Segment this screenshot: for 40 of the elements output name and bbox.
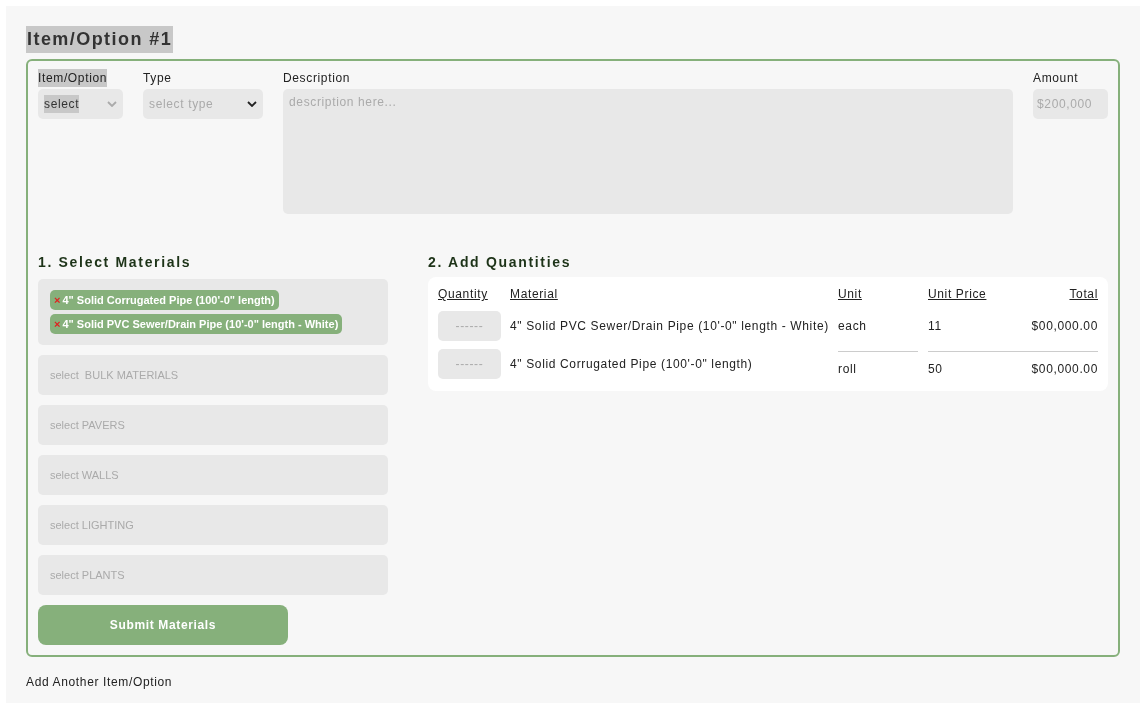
chevron-down-icon bbox=[247, 101, 257, 107]
remove-tag-button[interactable]: × bbox=[54, 294, 61, 306]
amount-field[interactable]: $200,000 bbox=[1033, 89, 1108, 119]
table-cell: each bbox=[838, 319, 867, 333]
quantity-field[interactable]: ------ bbox=[438, 349, 501, 379]
chevron-down-icon bbox=[107, 101, 117, 107]
submit-materials-button[interactable]: Submit Materials bbox=[38, 605, 288, 645]
selected-materials-field[interactable]: × 4" Solid Corrugated Pipe (100'-0" length) × 4" Solid PVC Sewer/Drain Pipe (10'-0" length - White) bbox=[38, 279, 388, 345]
table-cell: 4" Solid Corrugated Pipe (100'-0" length) bbox=[510, 357, 753, 371]
material-select[interactable]: select PLANTS bbox=[38, 555, 388, 595]
material-select[interactable]: select PAVERS bbox=[38, 405, 388, 445]
item-option-select[interactable]: select bbox=[38, 89, 123, 119]
section-title: Item/Option #1 bbox=[26, 26, 174, 53]
column-header[interactable]: Unit Price bbox=[928, 287, 987, 301]
field-label: Description bbox=[283, 70, 352, 87]
add-item-link[interactable]: Add Another Item/Option bbox=[26, 673, 173, 691]
section-heading: 2. Add Quantities bbox=[428, 253, 573, 272]
table-cell: $00,000.00 bbox=[1031, 361, 1098, 376]
table-cell: $00,000.00 bbox=[1031, 319, 1098, 333]
column-header[interactable]: Unit bbox=[838, 287, 862, 301]
field-label: Item/Option bbox=[38, 69, 108, 87]
material-select[interactable]: select LIGHTING bbox=[38, 505, 388, 545]
section-heading: 1. Select Materials bbox=[38, 253, 193, 272]
material-select[interactable]: select WALLS bbox=[38, 455, 388, 495]
column-header[interactable]: Total bbox=[1069, 287, 1098, 301]
material-select[interactable]: select BULK MATERIALS bbox=[38, 355, 388, 395]
table-cell: 50 bbox=[928, 361, 943, 376]
quantity-field[interactable]: ------ bbox=[438, 311, 501, 341]
remove-tag-button[interactable]: × bbox=[54, 318, 61, 330]
column-header[interactable]: Material bbox=[510, 287, 558, 301]
table-cell: 4" Solid PVC Sewer/Drain Pipe (10'-0" length - White) bbox=[510, 319, 829, 333]
description-field[interactable]: description here... bbox=[283, 89, 1013, 214]
field-label: Type bbox=[143, 70, 173, 87]
column-header[interactable]: Quantity bbox=[438, 287, 488, 301]
field-label: Amount bbox=[1033, 70, 1080, 87]
type-select[interactable]: select type bbox=[143, 89, 263, 119]
table-cell: roll bbox=[838, 361, 857, 376]
table-cell: 11 bbox=[928, 319, 942, 333]
material-tag: × 4" Solid PVC Sewer/Drain Pipe (10'-0" length - White) bbox=[50, 314, 343, 334]
material-tag: × 4" Solid Corrugated Pipe (100'-0" length) bbox=[50, 290, 279, 310]
